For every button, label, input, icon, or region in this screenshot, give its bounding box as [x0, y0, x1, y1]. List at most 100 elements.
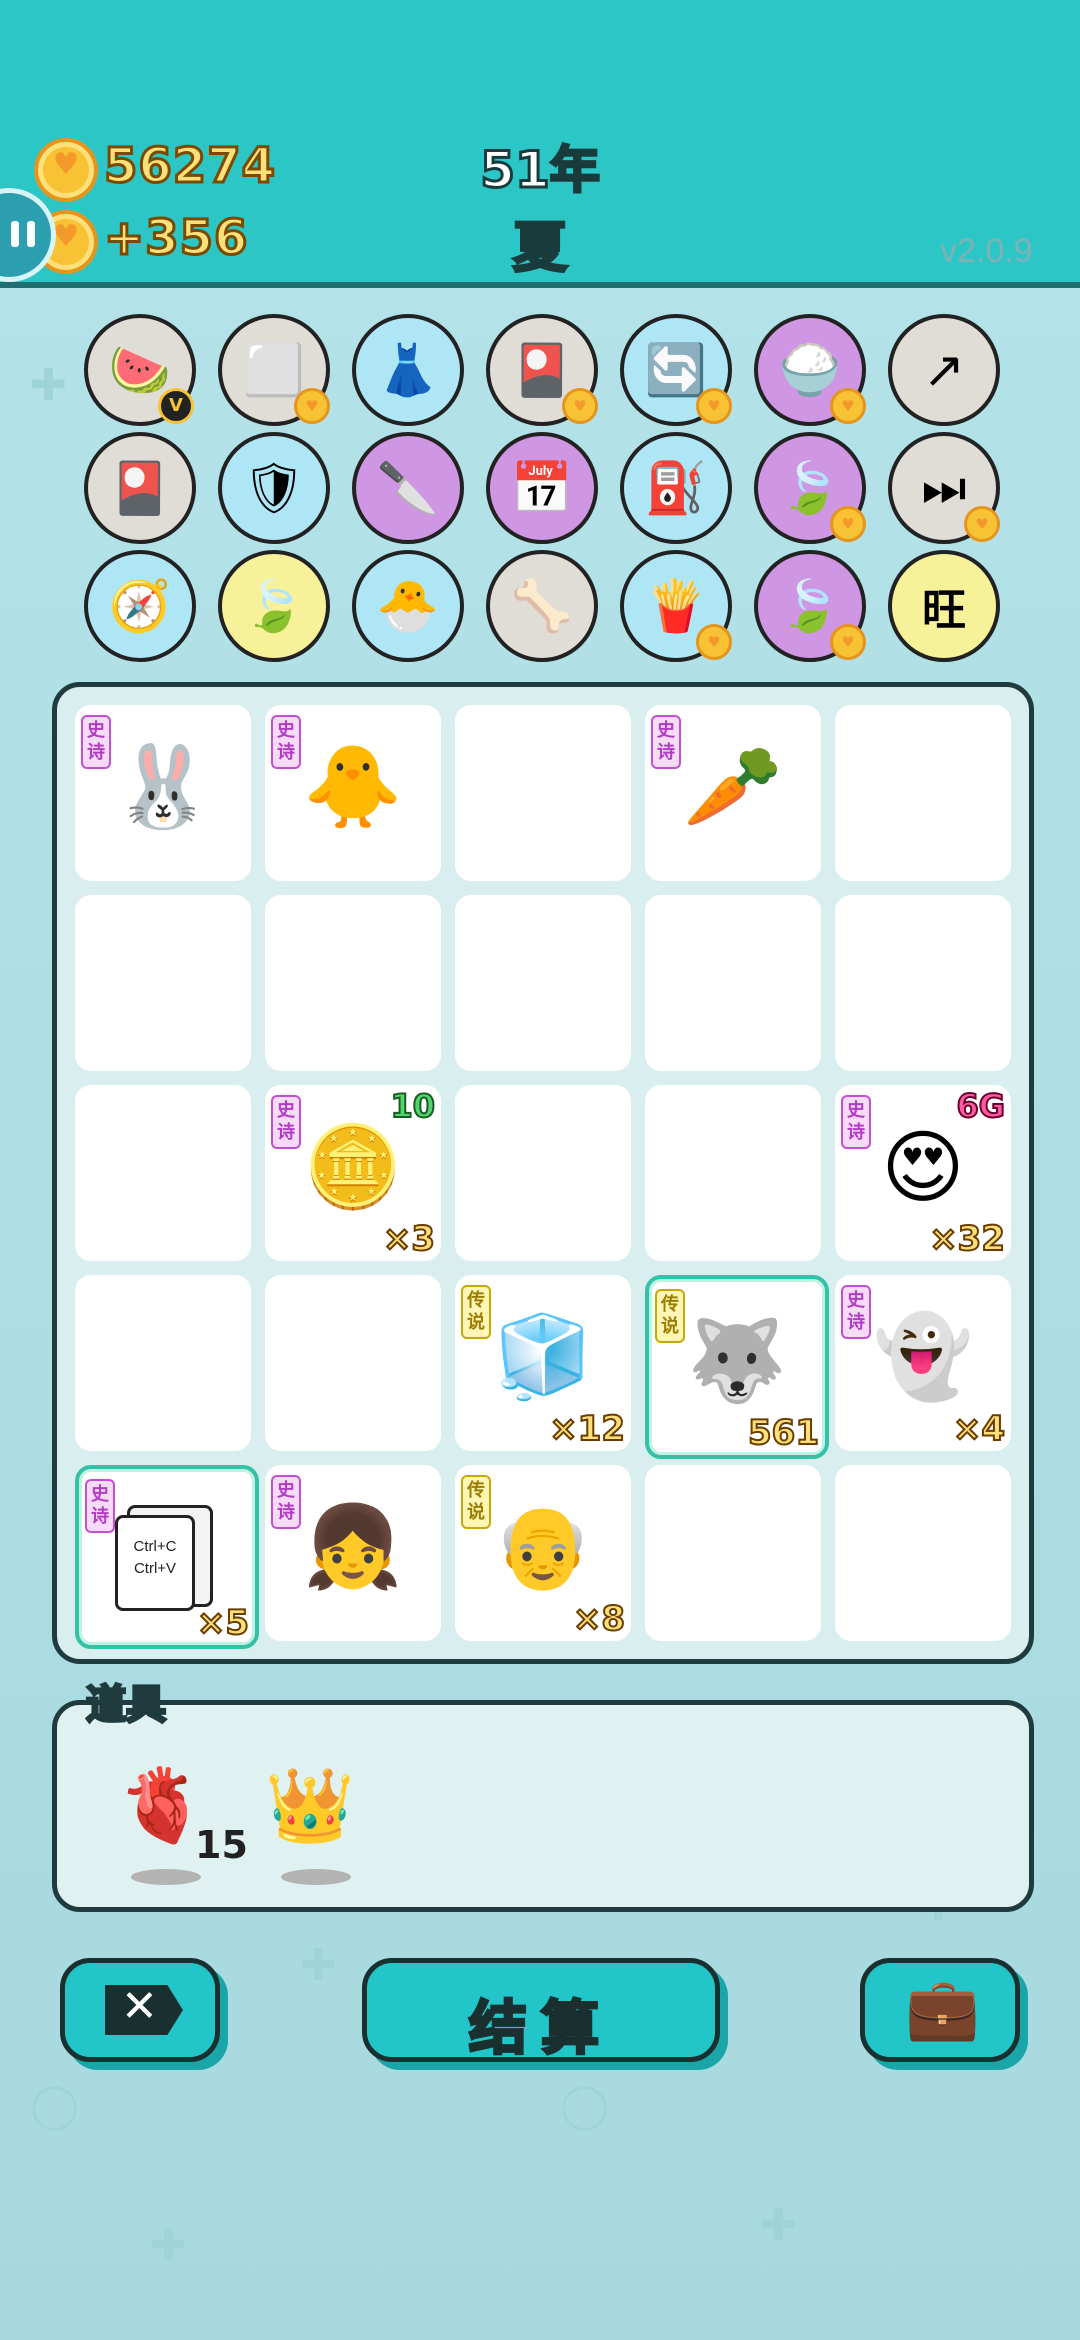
slot-husky-king[interactable]: 传说 🐺 561	[645, 1275, 829, 1459]
leaf-icon: 🍃	[778, 458, 842, 517]
card-pack-upgrade[interactable]: 🎴 ♥	[486, 314, 598, 426]
fruit-platter-upgrade[interactable]: 🍉 V	[84, 314, 196, 426]
slot-count: ×8	[572, 1598, 626, 1640]
background-plus-icon: ✚	[150, 2220, 187, 2271]
empty-slot[interactable]	[75, 1275, 251, 1451]
slot-old-man-glasses[interactable]: 传说 👴 ×8	[455, 1465, 631, 1641]
slot-grid: 史诗 🐰 史诗 🐥 史诗 🥕 史诗 🪙 10 ×3 史诗 😍 6G ×32 传说 🧊 ×12 传说 🐺 561 史诗 👻 ×…	[52, 682, 1034, 1664]
slot-top-value: 10	[389, 1086, 436, 1126]
pet-bowl-icon: 🦴	[510, 576, 574, 635]
empty-slot[interactable]	[835, 705, 1011, 881]
carrot-icon: 🥕	[683, 740, 783, 833]
empty-slot[interactable]	[835, 1465, 1011, 1641]
chick-face-icon: 🐥	[303, 740, 403, 833]
old-man-glasses-icon: 👴	[493, 1500, 593, 1593]
heart-coin-icon: ♥	[830, 506, 866, 542]
background-plus-icon: ✚	[30, 360, 67, 411]
pump-upgrade[interactable]: ⛽	[620, 432, 732, 544]
chick-egg-icon: 🐣	[376, 576, 440, 635]
slot-carrot[interactable]: 史诗 🥕	[645, 705, 821, 881]
compass-upgrade[interactable]: 🧭	[84, 550, 196, 662]
empty-slot[interactable]	[645, 895, 821, 1071]
heart-coin-icon: ♥	[964, 506, 1000, 542]
sugar-cubes-upgrade[interactable]: ⬜ ♥	[218, 314, 330, 426]
heart-coin-icon: ♥	[696, 388, 732, 424]
empty-slot[interactable]	[835, 895, 1011, 1071]
year-label: 51年	[479, 140, 602, 201]
version-label: v2.0.9	[940, 232, 1033, 270]
wang-tiles-upgrade[interactable]: 旺	[888, 550, 1000, 662]
items-title: 道具	[85, 1681, 168, 1730]
slot-count: ×32	[928, 1218, 1006, 1260]
paste-label: Ctrl+V	[133, 1560, 177, 1577]
slot-ghost[interactable]: 史诗 👻 ×4	[835, 1275, 1011, 1451]
liver-icon[interactable]: 🫀	[117, 1763, 207, 1848]
shield-wrench-upgrade[interactable]: 🛡	[218, 432, 330, 544]
refresh-upgrade[interactable]: 🔄 ♥	[620, 314, 732, 426]
empty-slot[interactable]	[455, 705, 631, 881]
chick-egg-upgrade[interactable]: 🐣	[352, 550, 464, 662]
slot-copy-paste[interactable]: 史诗 Ctrl+C Ctrl+V ×5	[75, 1465, 259, 1649]
empty-slot[interactable]	[455, 895, 631, 1071]
rice-bowl-upgrade[interactable]: 🍚 ♥	[754, 314, 866, 426]
slot-chick-face[interactable]: 史诗 🐥	[265, 705, 441, 881]
skip-upgrade[interactable]: ⏭ ♥	[888, 432, 1000, 544]
empty-slot[interactable]	[75, 1085, 251, 1261]
slot-count: 561	[747, 1412, 820, 1454]
empty-slot[interactable]	[75, 895, 251, 1071]
background-plus-icon: ✚	[760, 2200, 797, 2251]
empty-slot[interactable]	[645, 1085, 821, 1261]
fries-icon: 🍟	[644, 576, 708, 635]
fruit-platter-icon: 🍉	[108, 340, 172, 399]
rarity-tag: 史诗	[271, 715, 301, 769]
heart-coin-icon: ♥	[562, 388, 598, 424]
leaf-upgrade[interactable]: 🍃 ♥	[754, 550, 866, 662]
slot-top-value: 6G	[955, 1086, 1006, 1126]
fries-upgrade[interactable]: 🍟 ♥	[620, 550, 732, 662]
coin-balance: 56274	[103, 137, 277, 196]
slot-coin-pie[interactable]: 史诗 🪙 10 ×3	[265, 1085, 441, 1261]
season-label: 夏	[512, 215, 569, 281]
leaf-upgrade[interactable]: 🍃	[218, 550, 330, 662]
slot-gamer-man[interactable]: 史诗 😍 6G ×32	[835, 1085, 1011, 1261]
cleaver-upgrade[interactable]: 🔪	[352, 432, 464, 544]
heart-coin-icon: ♥	[830, 624, 866, 660]
slot-rabbit-lantern[interactable]: 史诗 🐰	[75, 705, 251, 881]
cleaver-icon: 🔪	[376, 458, 440, 517]
rarity-tag: 传说	[461, 1285, 491, 1339]
slot-count: ×4	[952, 1408, 1006, 1450]
close-button[interactable]: ✕	[60, 1958, 220, 2062]
card-pack-upgrade[interactable]: 🎴	[84, 432, 196, 544]
calendar-icon: 📅	[510, 458, 574, 517]
bag-button[interactable]: 💼	[860, 1958, 1020, 2062]
settle-button[interactable]: 结算	[362, 1958, 720, 2064]
empty-slot[interactable]	[645, 1465, 821, 1641]
coin-pie-icon: 🪙	[303, 1120, 403, 1213]
husky-king-icon: 🐺	[687, 1314, 787, 1407]
coin-icon	[34, 138, 98, 202]
rarity-tag: 史诗	[271, 1095, 301, 1149]
empty-slot[interactable]	[455, 1085, 631, 1261]
ghost-icon: 👻	[873, 1310, 973, 1403]
empty-slot[interactable]	[265, 1275, 441, 1451]
skirt-upgrade[interactable]: 👗	[352, 314, 464, 426]
crown-icon[interactable]: 👑	[265, 1763, 355, 1848]
card-pack-icon: 🎴	[510, 340, 574, 399]
calendar-upgrade[interactable]: 📅	[486, 432, 598, 544]
liver-count: 15	[195, 1823, 248, 1867]
top-bar: 56274 +356 51年 夏 v2.0.9	[0, 0, 1080, 288]
arrow-up-card-icon: ↗	[923, 341, 965, 399]
background-ring-icon: ◯	[560, 2080, 610, 2131]
slot-girl-braids[interactable]: 史诗 👧	[265, 1465, 441, 1641]
heart-coin-icon: ♥	[696, 624, 732, 660]
empty-slot[interactable]	[265, 895, 441, 1071]
pet-bowl-upgrade[interactable]: 🦴	[486, 550, 598, 662]
leaf-upgrade[interactable]: 🍃 ♥	[754, 432, 866, 544]
card-pack-icon: 🎴	[108, 458, 172, 517]
rarity-tag: 史诗	[81, 715, 111, 769]
arrow-up-card-upgrade[interactable]: ↗	[888, 314, 1000, 426]
slot-fridge[interactable]: 传说 🧊 ×12	[455, 1275, 631, 1451]
pump-icon: ⛽	[644, 458, 708, 517]
copy-paste-icon: Ctrl+C Ctrl+V	[115, 1499, 219, 1611]
background-ring-icon: ◯	[30, 2080, 80, 2131]
